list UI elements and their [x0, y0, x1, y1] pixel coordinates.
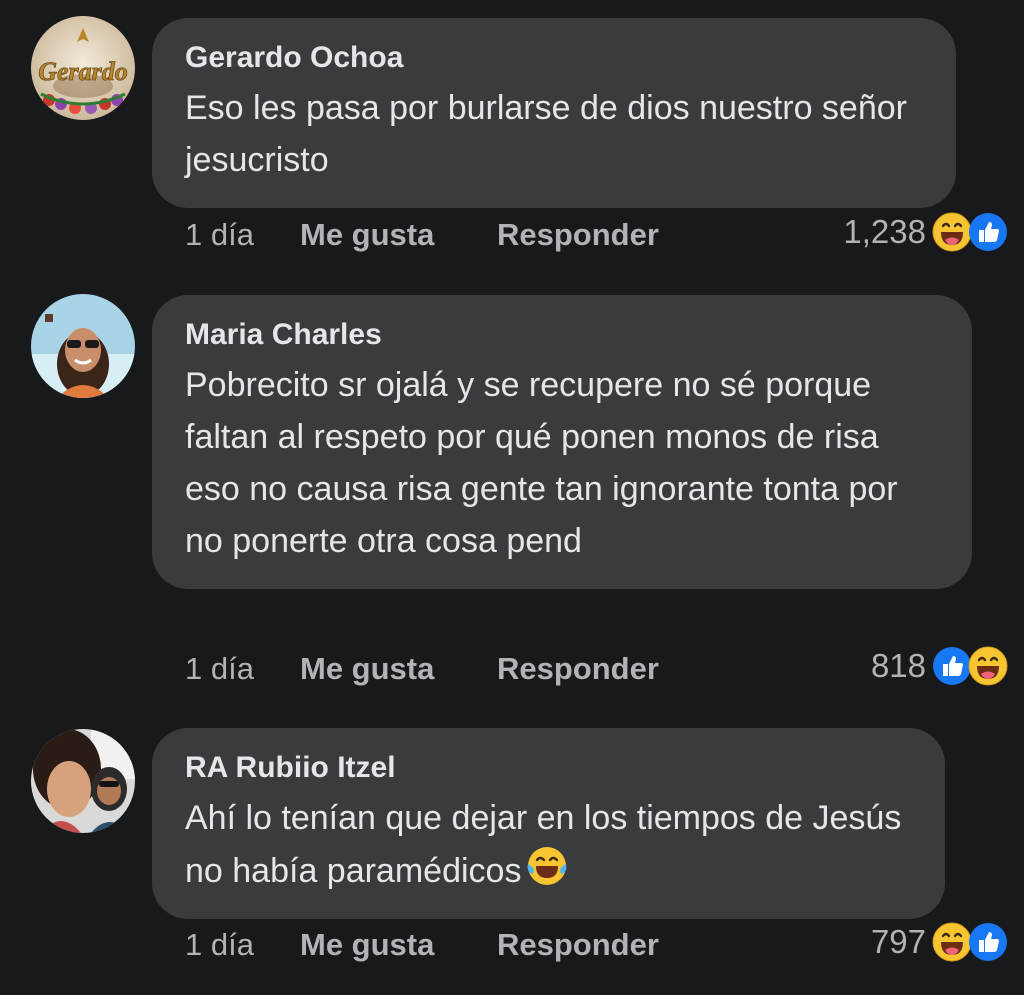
comment-text: Pobrecito sr ojalá y se recupere no sé p…	[185, 366, 898, 560]
like-icon	[932, 646, 972, 686]
reaction-summary[interactable]: 818	[871, 644, 1004, 688]
haha-icon	[932, 922, 972, 962]
reaction-summary[interactable]: 797	[871, 920, 1004, 964]
comment-timestamp[interactable]: 1 día	[185, 649, 300, 689]
avatar[interactable]	[31, 294, 135, 398]
comment-author[interactable]: Gerardo Ochoa	[185, 40, 922, 76]
comment-timestamp[interactable]: 1 día	[185, 215, 300, 255]
haha-icon	[968, 646, 1008, 686]
comment-bubble: RA Rubiio Itzel Ahí lo tenían que dejar …	[152, 728, 945, 919]
comment-actions: 1 día Me gusta Responder	[185, 925, 659, 965]
reaction-count: 797	[870, 923, 926, 960]
reaction-summary[interactable]: 1,238	[843, 210, 1004, 254]
haha-icon	[932, 212, 972, 252]
svg-text:Gerardo: Gerardo	[38, 57, 128, 86]
comment-text: Eso les pasa por burlarse de dios nuestr…	[185, 89, 907, 179]
like-icon	[968, 212, 1008, 252]
comment-author[interactable]: RA Rubiio Itzel	[185, 750, 911, 786]
like-button[interactable]: Me gusta	[300, 649, 497, 689]
comment-actions: 1 día Me gusta Responder	[185, 649, 659, 689]
comment-bubble: Gerardo Ochoa Eso les pasa por burlarse …	[152, 18, 956, 208]
comment-bubble: Maria Charles Pobrecito sr ojalá y se re…	[152, 295, 972, 589]
comment-actions: 1 día Me gusta Responder	[185, 215, 659, 255]
comment-text: Ahí lo tenían que dejar en los tiempos d…	[185, 792, 911, 897]
comment-timestamp[interactable]: 1 día	[185, 925, 300, 965]
like-button[interactable]: Me gusta	[300, 925, 497, 965]
reaction-count: 1,238	[843, 213, 926, 250]
reply-button[interactable]: Responder	[497, 215, 659, 255]
comment-author[interactable]: Maria Charles	[185, 317, 938, 353]
avatar[interactable]: Gerardo	[31, 16, 135, 120]
reaction-count: 818	[870, 647, 926, 684]
tears-of-joy-emoji	[525, 844, 569, 888]
like-icon	[968, 922, 1008, 962]
like-button[interactable]: Me gusta	[300, 215, 497, 255]
avatar[interactable]	[31, 729, 135, 833]
reply-button[interactable]: Responder	[497, 925, 659, 965]
reply-button[interactable]: Responder	[497, 649, 659, 689]
